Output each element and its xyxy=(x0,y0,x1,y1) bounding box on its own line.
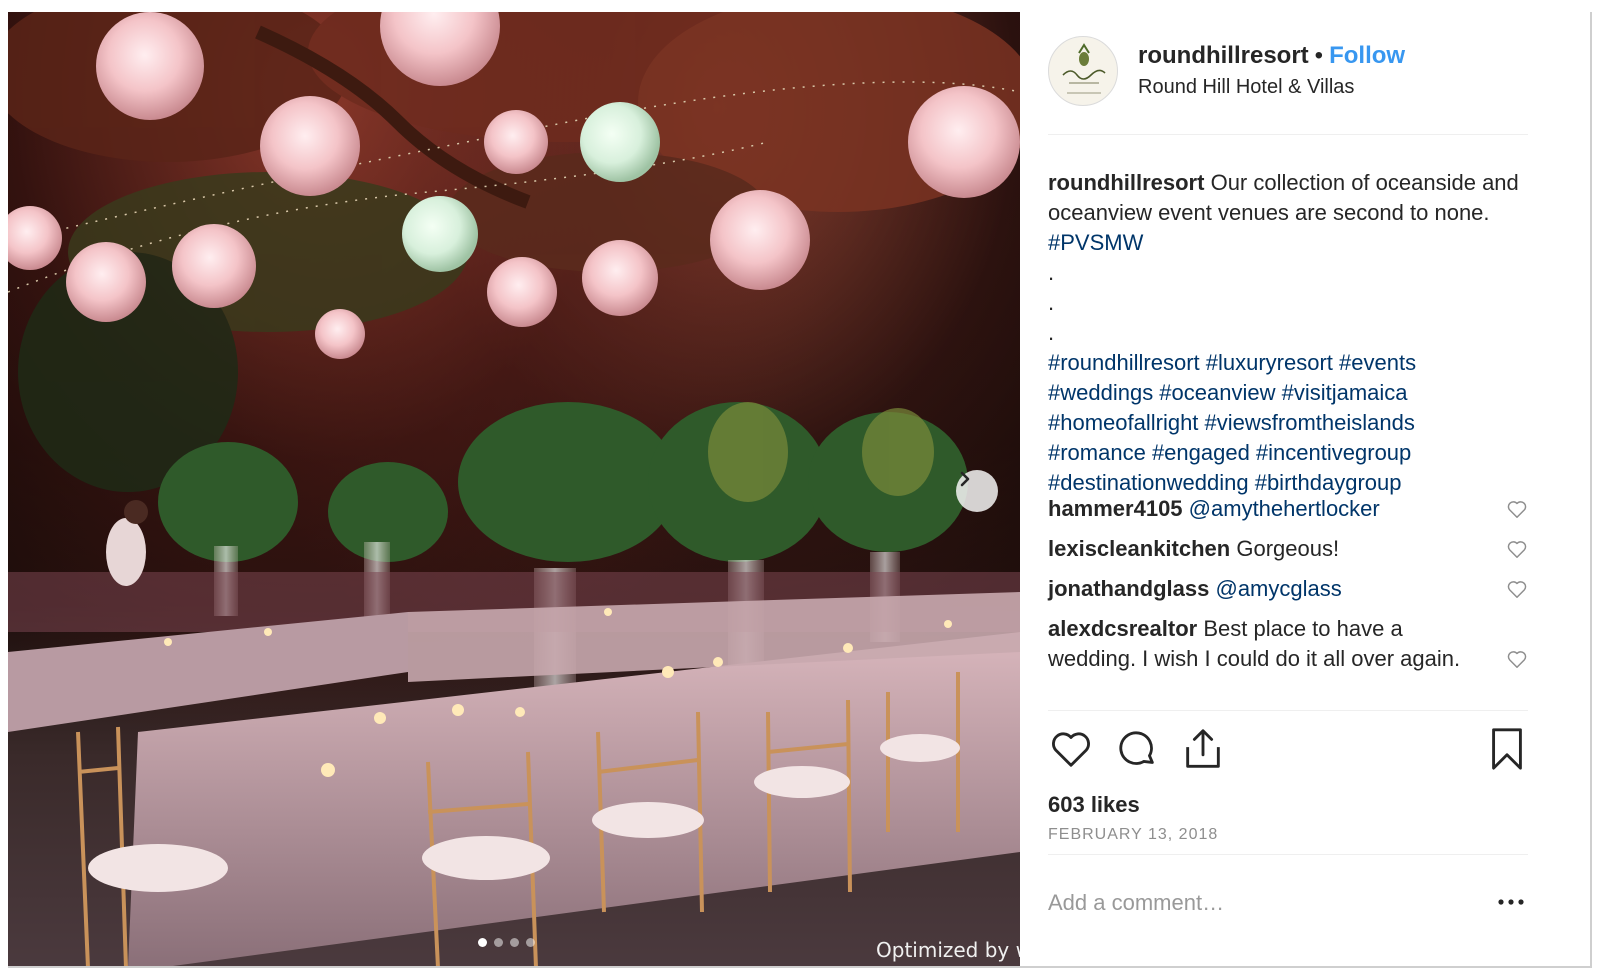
comment-item: jonathandglass @amycglass xyxy=(1048,574,1528,604)
share-icon[interactable] xyxy=(1180,726,1226,772)
caption-body: roundhillresort Our collection of oceans… xyxy=(1048,168,1538,258)
small-heart-icon[interactable] xyxy=(1506,578,1528,600)
action-bar xyxy=(1048,726,1528,774)
carousel-dot xyxy=(526,938,535,947)
caption-username[interactable]: roundhillresort xyxy=(1048,170,1204,195)
caption-dot: . xyxy=(1048,320,1055,345)
carousel-dot xyxy=(510,938,519,947)
bookmark-icon[interactable] xyxy=(1484,726,1530,772)
hashtag-line[interactable]: #weddings #oceanview #visitjamaica xyxy=(1048,378,1538,408)
comment-text: Gorgeous! xyxy=(1236,536,1340,561)
post-location[interactable]: Round Hill Hotel & Villas xyxy=(1138,76,1354,99)
separator-bullet: • xyxy=(1314,42,1324,69)
header-divider xyxy=(1048,134,1528,135)
hashtag-line[interactable]: #romance #engaged #incentivegroup xyxy=(1048,438,1538,468)
comment-username[interactable]: jonathandglass xyxy=(1048,576,1209,601)
post-date: FEBRUARY 13, 2018 xyxy=(1048,826,1219,843)
chevron-right-icon xyxy=(960,471,970,487)
comment-username[interactable]: lexiscleankitchen xyxy=(1048,536,1230,561)
comment-list: hammer4105 @amythehertlocker lexiscleank… xyxy=(1048,494,1528,684)
heart-icon[interactable] xyxy=(1048,726,1094,772)
hashtag-link[interactable]: #PVSMW xyxy=(1048,230,1143,255)
add-comment-input[interactable] xyxy=(1048,886,1468,920)
event-scene-illustration xyxy=(8,12,1020,966)
post-side-panel: roundhillresort • Follow Round Hill Hotel … xyxy=(1020,12,1590,966)
post-header: roundhillresort • Follow Round Hill Hotel … xyxy=(1048,36,1548,116)
likes-count[interactable]: 603 likes xyxy=(1048,792,1140,818)
more-icon[interactable] xyxy=(1496,890,1526,914)
post-author-username[interactable]: roundhillresort xyxy=(1138,42,1309,69)
small-heart-icon[interactable] xyxy=(1506,538,1528,560)
comments-divider xyxy=(1048,710,1528,711)
carousel-dot xyxy=(494,938,503,947)
post-photo[interactable]: Optimized by w xyxy=(8,12,1020,966)
comment-username[interactable]: hammer4105 xyxy=(1048,496,1183,521)
comment-icon[interactable] xyxy=(1114,726,1160,772)
carousel-dot xyxy=(478,938,487,947)
small-heart-icon[interactable] xyxy=(1506,498,1528,520)
carousel-next-button[interactable] xyxy=(956,470,998,512)
comment-item: lexiscleankitchen Gorgeous! xyxy=(1048,534,1528,564)
photo-watermark: Optimized by w xyxy=(876,938,1020,962)
comment-item: alexdcsrealtor Best place to have a wedd… xyxy=(1048,614,1528,674)
caption-dot: . xyxy=(1048,290,1055,315)
hashtag-line[interactable]: #roundhillresort #luxuryresort #events xyxy=(1048,348,1538,378)
hashtag-line[interactable]: #homeofallright #viewsfromtheislands xyxy=(1048,408,1538,438)
caption-dot: . xyxy=(1048,260,1055,285)
header-username-row: roundhillresort • Follow xyxy=(1138,42,1405,70)
comment-item: hammer4105 @amythehertlocker xyxy=(1048,494,1528,524)
post-window: Optimized by w roundhillresort • Follow Ro… xyxy=(8,12,1592,968)
follow-button[interactable]: Follow xyxy=(1329,42,1405,69)
comment-text[interactable]: @amythehertlocker xyxy=(1189,496,1380,521)
post-caption: roundhillresort Our collection of oceans… xyxy=(1048,168,1538,498)
avatar-logo xyxy=(1062,43,1106,94)
footer-divider xyxy=(1048,854,1528,855)
comment-text[interactable]: @amycglass xyxy=(1215,576,1341,601)
small-heart-icon[interactable] xyxy=(1506,648,1528,670)
comment-username[interactable]: alexdcsrealtor xyxy=(1048,616,1197,641)
carousel-indicator xyxy=(478,938,535,947)
avatar[interactable] xyxy=(1048,36,1118,106)
